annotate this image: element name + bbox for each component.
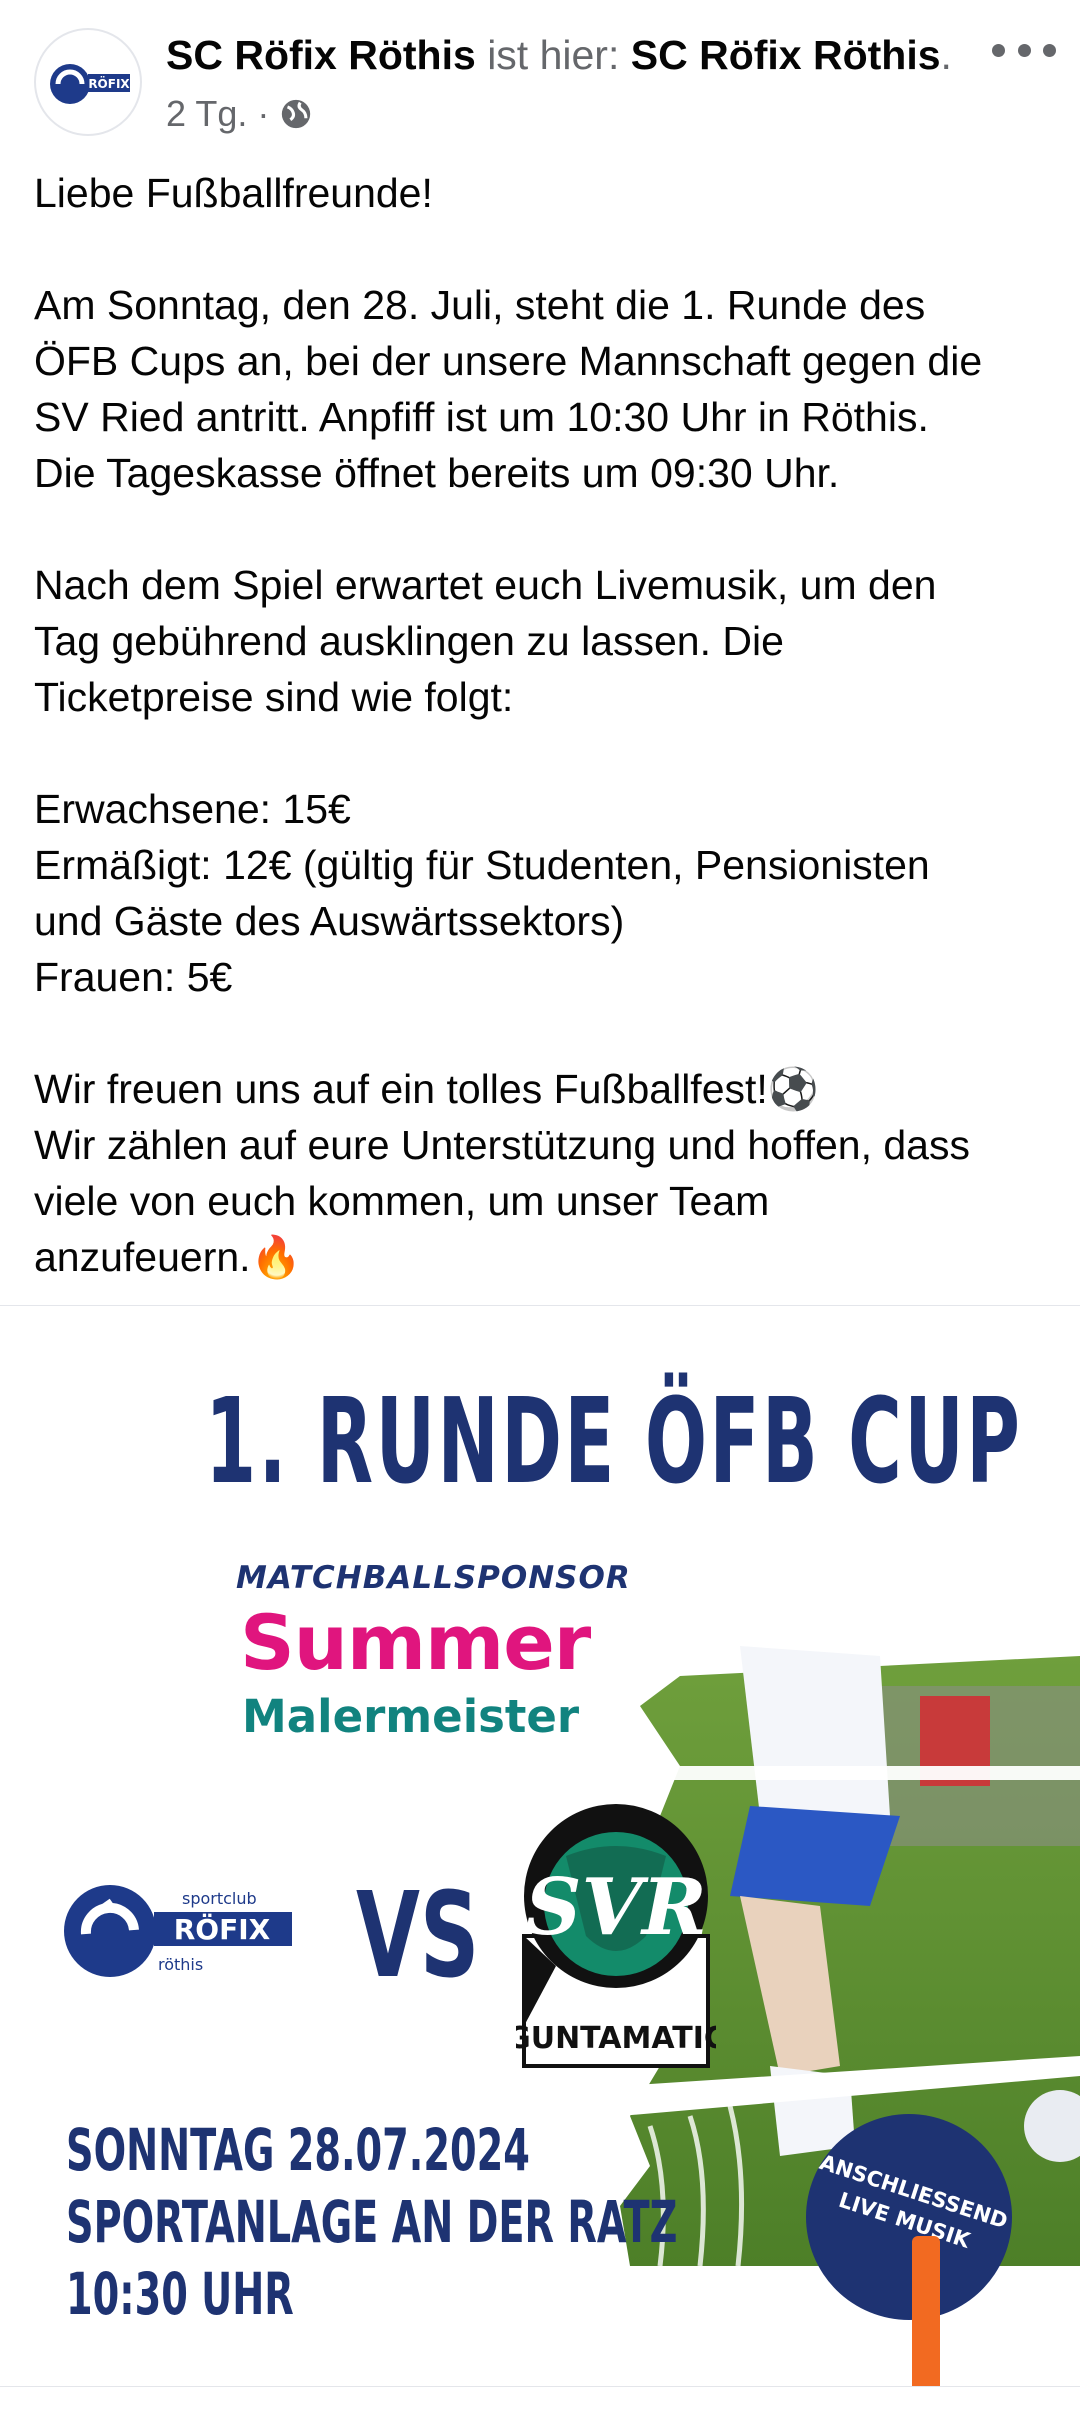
more-dots-icon [992, 43, 1005, 57]
text-line: ÖFB Cups an, bei der unsere Mannschaft g… [34, 338, 983, 384]
text-line: viele von euch kommen, um unser Team [34, 1178, 770, 1224]
author-name[interactable]: SC Röfix Röthis [166, 32, 476, 78]
more-options-button[interactable] [992, 30, 1056, 70]
paragraph-prices: Erwachsene: 15€ Ermäßigt: 12€ (gültig fü… [34, 781, 1054, 1005]
post-meta: 2 Tg. · [166, 92, 313, 136]
home-club-logo: RÖFIX sportclub röthis [64, 1885, 292, 1977]
match-details: SONNTAG 28.07.2024 SPORTANLAGE AN DER RA… [66, 2114, 677, 2330]
badge-text: ANSCHLIESSEND LIVE MUSIK [802, 2146, 1016, 2267]
globe-icon [282, 99, 311, 129]
match-time: 10:30 UHR [66, 2260, 294, 2328]
paragraph-match-info: Am Sonntag, den 28. Juli, steht die 1. R… [34, 277, 1054, 501]
sponsor-label: MATCHBALLSPONSOR [236, 1560, 631, 1596]
home-logo-small-text: sportclub [182, 1889, 257, 1908]
sponsor-name-malermeister: Malermeister [242, 1690, 580, 1743]
paragraph-closing: Wir freuen uns auf ein tolles Fußballfes… [34, 1061, 1054, 1285]
away-logo-monogram: SVR [525, 1862, 707, 1953]
text-line: Nach dem Spiel erwartet euch Livemusik, … [34, 562, 937, 608]
sponsor-name-summer: Summer [240, 1598, 591, 1687]
paragraph-greeting: Liebe Fußballfreunde! [34, 165, 1054, 221]
text-line: Liebe Fußballfreunde! [34, 170, 433, 216]
post-body: Liebe Fußballfreunde! Am Sonntag, den 28… [34, 165, 1054, 1285]
text-line: Die Tageskasse öffnet bereits um 09:30 U… [34, 450, 840, 496]
text-line: SV Ried antritt. Anpfiff ist um 10:30 Uh… [34, 394, 929, 440]
text-line: Tag gebührend ausklingen zu lassen. Die [34, 618, 784, 664]
text-line: anzufeuern.🔥 [34, 1234, 302, 1280]
away-logo-sponsor: GUNTAMATIC [516, 2021, 716, 2056]
author-line: SC Röfix Röthis ist hier: SC Röfix Röthi… [166, 30, 952, 80]
location-prefix: ist hier: [475, 32, 631, 78]
versus-label: VS [356, 1866, 480, 2004]
post-header: RÖFIX SC Röfix Röthis ist hier: SC Röfix… [0, 0, 1080, 160]
more-dot [1017, 43, 1031, 57]
post-time[interactable]: 2 Tg. · [166, 92, 269, 136]
poster-title: 1. RUNDE ÖFB CUP [205, 1372, 1023, 1510]
live-music-badge: ANSCHLIESSEND LIVE MUSIK [806, 2114, 1012, 2320]
text-line: Wir zählen auf eure Unterstützung und ho… [34, 1122, 970, 1168]
text-line: Wir freuen uns auf ein tolles Fußballfes… [34, 1066, 819, 1112]
feed-separator [0, 2386, 1080, 2415]
location-name[interactable]: SC Röfix Röthis [631, 32, 941, 78]
match-venue: SPORTANLAGE AN DER RATZ [66, 2188, 678, 2256]
avatar-logo-text: RÖFIX [88, 76, 130, 91]
text-line: Erwachsene: 15€ [34, 786, 351, 832]
location-suffix: . [940, 32, 952, 78]
more-dot [1043, 43, 1056, 57]
home-logo-big-text: RÖFIX [174, 1912, 271, 1946]
text-line: und Gäste des Auswärtssektors) [34, 898, 625, 944]
match-date: SONNTAG 28.07.2024 [66, 2116, 530, 2184]
page-avatar[interactable]: RÖFIX [34, 28, 142, 136]
post-image[interactable]: 1. RUNDE ÖFB CUP MATCHBALLSPONSOR Summer… [0, 1306, 1080, 2386]
home-logo-town-text: röthis [158, 1955, 203, 1974]
text-line: Ticketpreise sind wie folgt: [34, 674, 514, 720]
away-club-logo: SVR GUNTAMATIC [516, 1804, 716, 2068]
club-avatar-logo: RÖFIX [50, 64, 130, 104]
text-line: Frauen: 5€ [34, 954, 233, 1000]
text-line: Am Sonntag, den 28. Juli, steht die 1. R… [34, 282, 926, 328]
paragraph-music: Nach dem Spiel erwartet euch Livemusik, … [34, 557, 1054, 725]
orange-accent-bar [912, 2236, 940, 2386]
text-line: Ermäßigt: 12€ (gültig für Studenten, Pen… [34, 842, 930, 888]
